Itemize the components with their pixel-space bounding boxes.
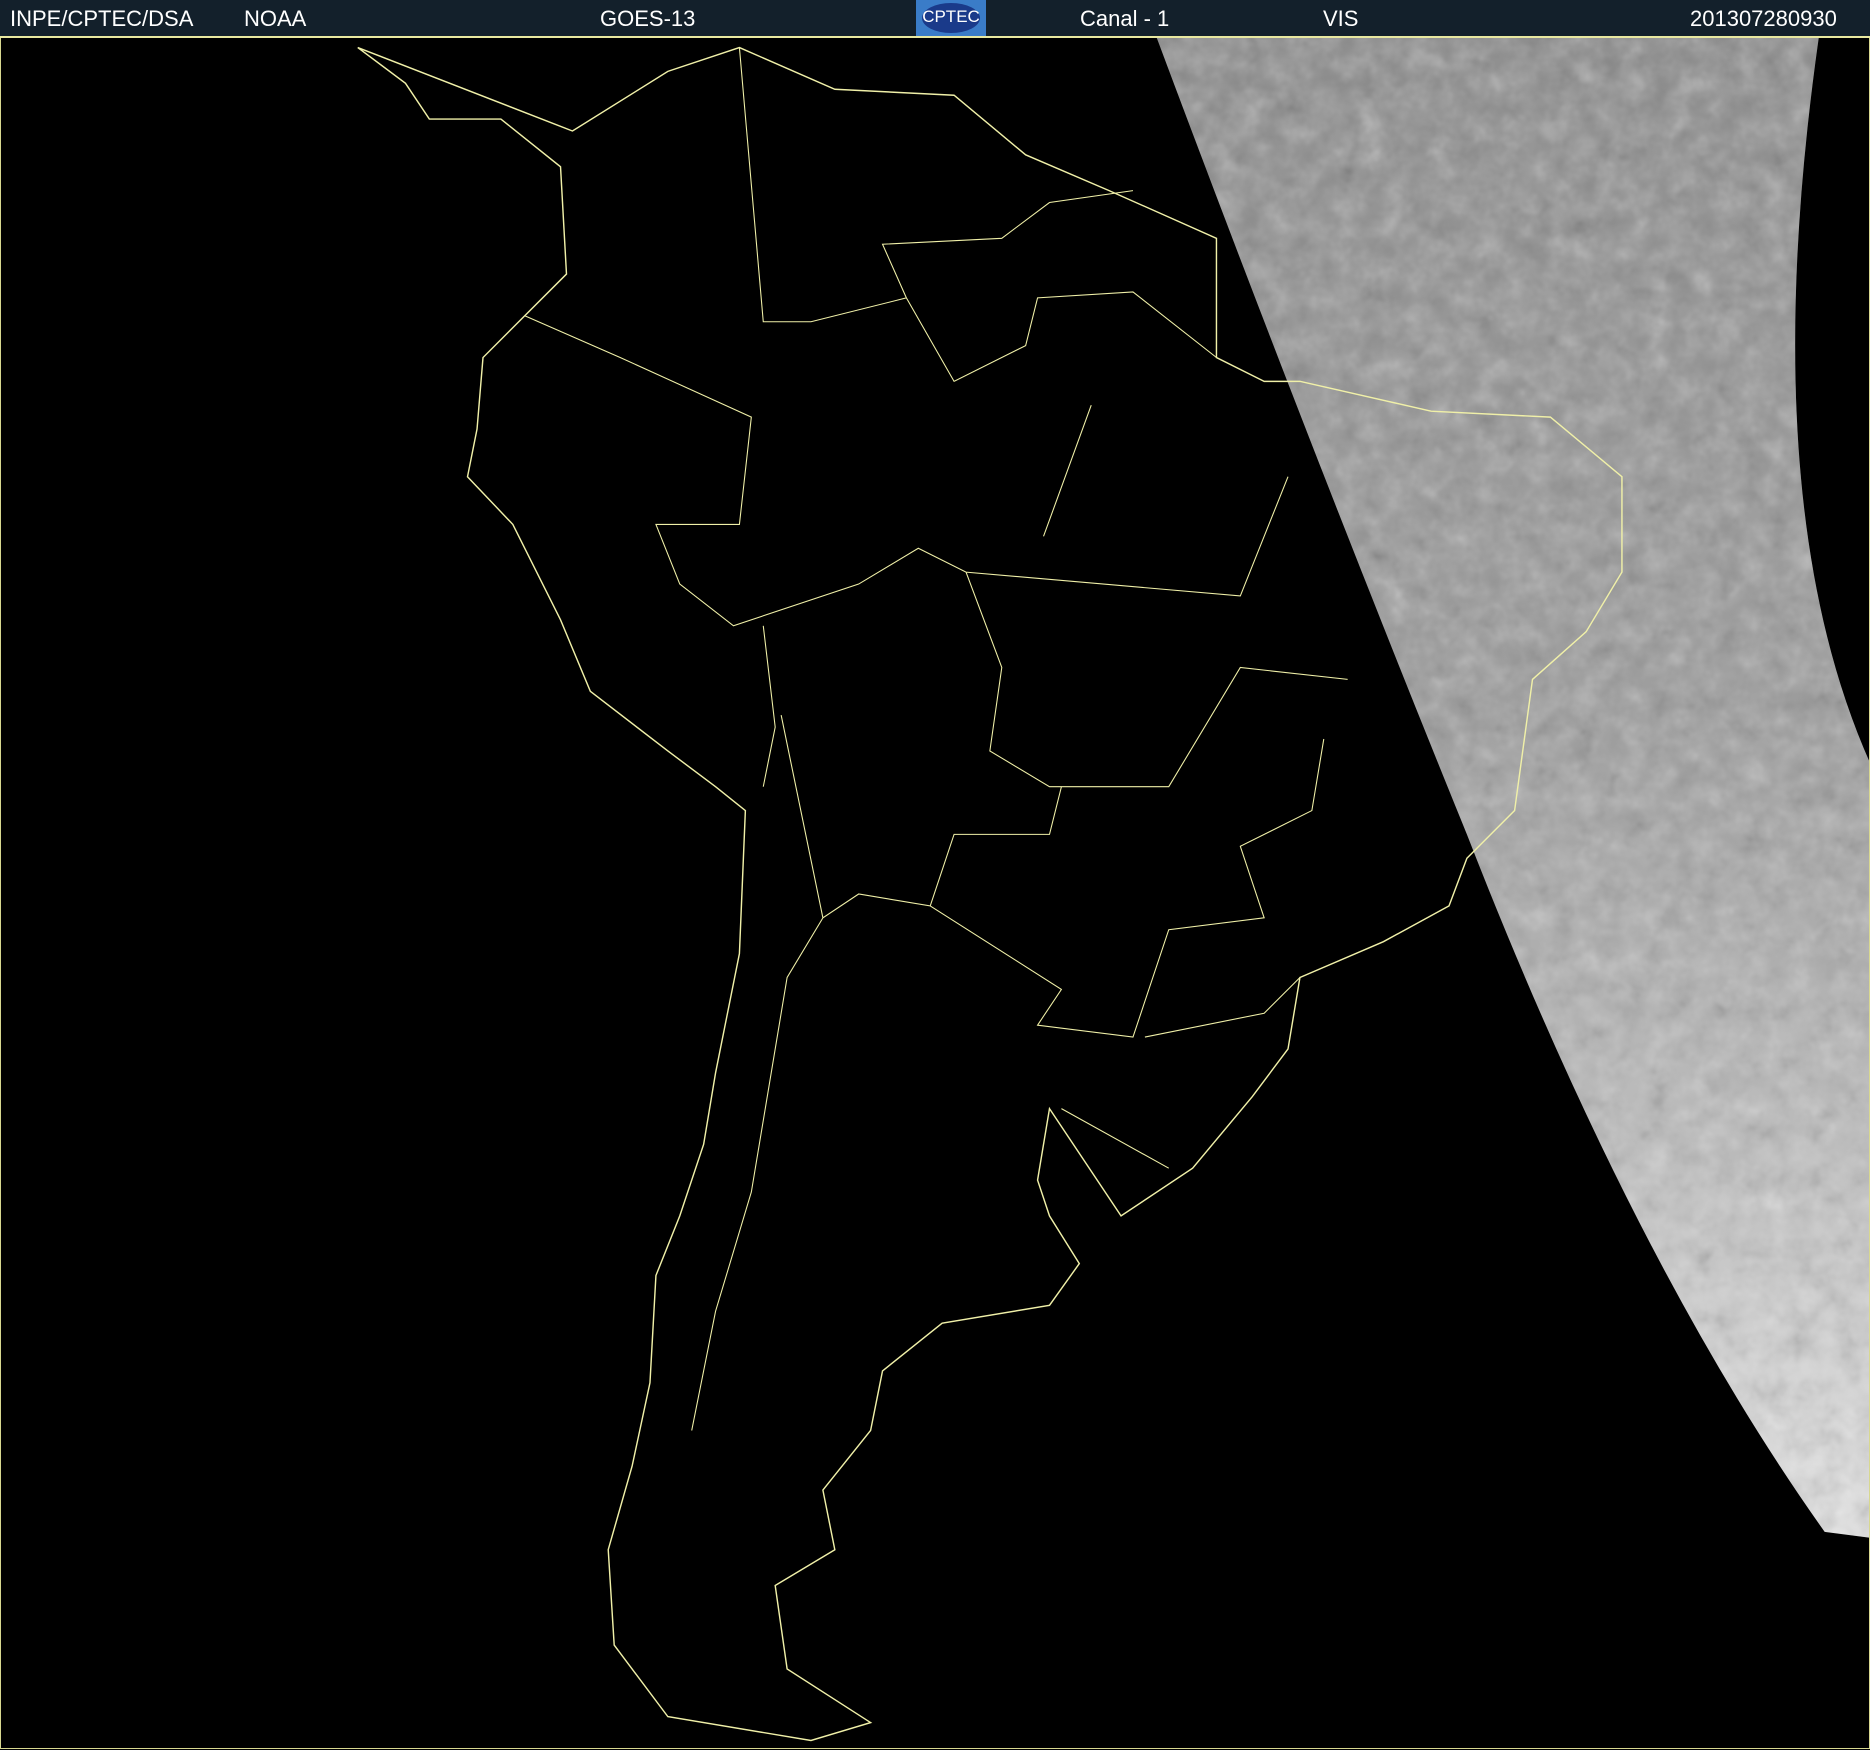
channel-label: Canal - 1: [1080, 6, 1170, 31]
country-borders: [524, 47, 1348, 1431]
band-label: VIS: [1323, 6, 1359, 31]
satellite-label: GOES-13: [600, 6, 696, 31]
header-bar: INPE/CPTEC/DSA NOAA GOES-13 CPTEC Canal …: [0, 0, 1870, 38]
satellite-image: [357, 38, 1870, 1742]
org-label: INPE/CPTEC/DSA: [10, 6, 194, 31]
timestamp-label: 201307280930: [1690, 6, 1837, 31]
cptec-logo: CPTEC: [916, 0, 986, 36]
agency-label: NOAA: [244, 6, 307, 31]
